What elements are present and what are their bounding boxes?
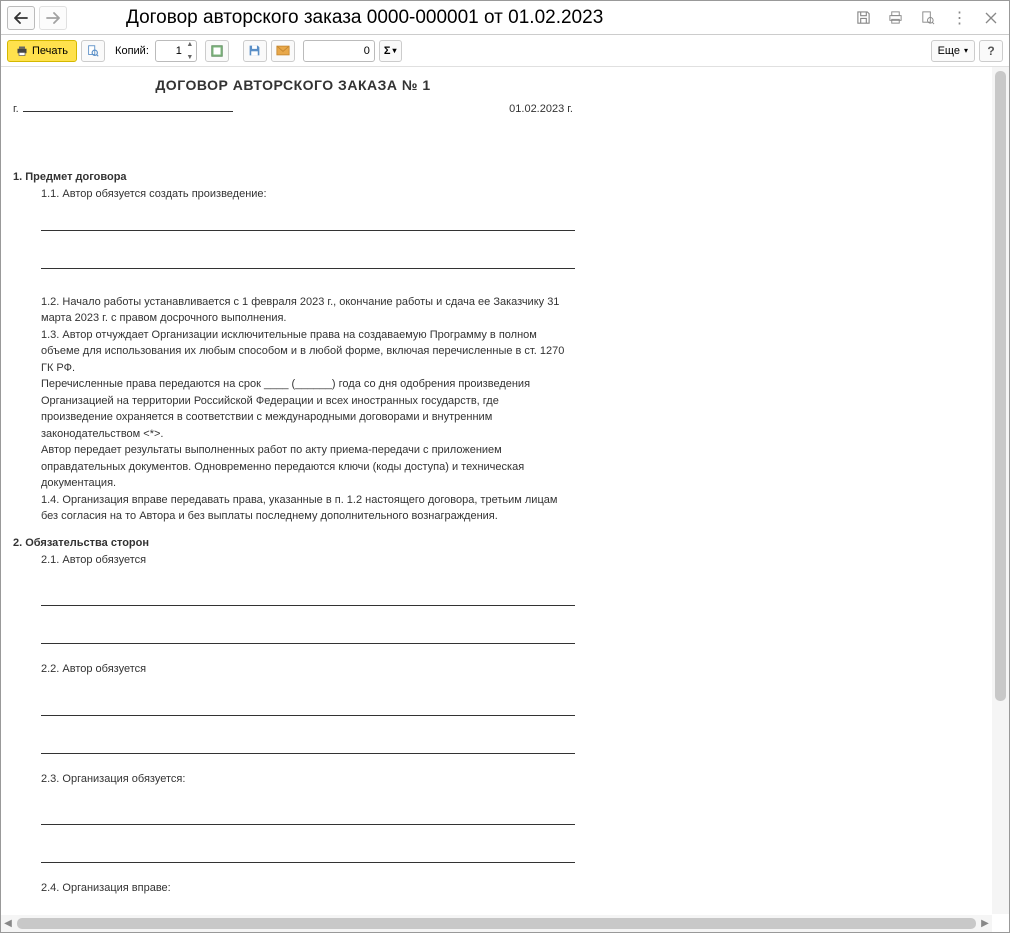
save-icon[interactable] bbox=[855, 10, 871, 26]
fill-line bbox=[41, 203, 575, 231]
clause-2-3: 2.3. Организация обязуется: bbox=[13, 768, 573, 788]
content-area: ДОГОВОР АВТОРСКОГО ЗАКАЗА № 1 г. 01.02.2… bbox=[1, 67, 1009, 932]
copies-input[interactable] bbox=[155, 40, 197, 62]
scroll-right-icon[interactable]: ▶ bbox=[978, 918, 992, 929]
app-window: Договор авторского заказа 0000-000001 от… bbox=[0, 0, 1010, 933]
number-input[interactable] bbox=[303, 40, 375, 62]
city-underline bbox=[23, 111, 233, 112]
clause-2-4: 2.4. Организация вправе: bbox=[13, 877, 573, 897]
more-button[interactable]: Еще ▾ bbox=[931, 40, 975, 62]
scrollbar-vertical[interactable] bbox=[992, 67, 1009, 914]
clause-2-1: 2.1. Автор обязуется bbox=[13, 549, 573, 569]
clause-2-2: 2.2. Автор обязуется bbox=[13, 658, 573, 678]
fill-line bbox=[41, 606, 575, 644]
clause-1-3b: Перечисленные права передаются на срок _… bbox=[13, 376, 573, 442]
clause-1-1: 1.1. Автор обязуется создать произведени… bbox=[13, 183, 573, 203]
mail-button[interactable] bbox=[271, 40, 295, 62]
help-button[interactable]: ? bbox=[979, 40, 1003, 62]
template-button[interactable] bbox=[205, 40, 229, 62]
copies-label: Копий: bbox=[115, 45, 149, 57]
fill-line bbox=[41, 231, 575, 269]
fill-line bbox=[41, 568, 575, 606]
scroll-left-icon[interactable]: ◀ bbox=[1, 918, 15, 929]
doc-title: ДОГОВОР АВТОРСКОГО ЗАКАЗА № 1 bbox=[13, 71, 573, 99]
clause-1-3: 1.3. Автор отчуждает Организации исключи… bbox=[13, 327, 573, 377]
doc-date: 01.02.2023 г. bbox=[509, 103, 573, 115]
print-button[interactable]: Печать bbox=[7, 40, 77, 62]
document-view[interactable]: ДОГОВОР АВТОРСКОГО ЗАКАЗА № 1 г. 01.02.2… bbox=[1, 67, 992, 915]
back-button[interactable] bbox=[7, 6, 35, 30]
close-icon[interactable] bbox=[983, 10, 999, 26]
clause-1-4: 1.4. Организация вправе передавать права… bbox=[13, 492, 573, 525]
window-title: Договор авторского заказа 0000-000001 от… bbox=[126, 7, 855, 29]
fill-line bbox=[41, 787, 575, 825]
preview-button[interactable] bbox=[81, 40, 105, 62]
scroll-thumb[interactable] bbox=[17, 918, 976, 929]
section-2-head: 2. Обязательства сторон bbox=[13, 525, 992, 549]
fill-line bbox=[41, 678, 575, 716]
sigma-button[interactable]: Σ ▾ bbox=[379, 40, 402, 62]
print-button-label: Печать bbox=[32, 45, 68, 57]
preview-icon[interactable] bbox=[919, 10, 935, 26]
titlebar: Договор авторского заказа 0000-000001 от… bbox=[1, 1, 1009, 35]
city-prefix: г. bbox=[13, 103, 19, 115]
fill-line bbox=[41, 825, 575, 863]
forward-button[interactable] bbox=[39, 6, 67, 30]
city-date-row: г. 01.02.2023 г. bbox=[13, 99, 573, 121]
toolbar: Печать Копий: ▲▼ Σ ▾ Еще ▾ ? bbox=[1, 35, 1009, 67]
clause-1-3c: Автор передает результаты выполненных ра… bbox=[13, 442, 573, 492]
fill-line bbox=[41, 716, 575, 754]
scrollbar-horizontal[interactable]: ◀ ▶ bbox=[1, 915, 992, 932]
save-button[interactable] bbox=[243, 40, 267, 62]
scroll-thumb[interactable] bbox=[995, 71, 1006, 701]
print-icon[interactable] bbox=[887, 10, 903, 26]
clause-1-2: 1.2. Начало работы устанавливается с 1 ф… bbox=[13, 291, 573, 327]
fill-line bbox=[41, 897, 575, 916]
more-icon[interactable]: ⋮ bbox=[951, 10, 967, 26]
section-1-head: 1. Предмет договора bbox=[13, 121, 992, 183]
title-actions: ⋮ bbox=[855, 10, 1003, 26]
